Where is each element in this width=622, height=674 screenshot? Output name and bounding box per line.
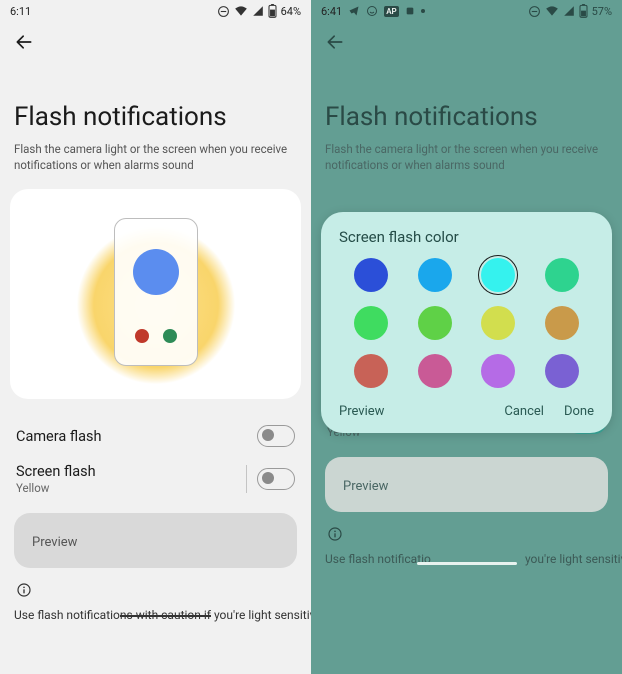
screenshot-right: 6:41 AP 57% Flash notifications Flash th… [311,0,622,674]
dialog-done-button[interactable]: Done [564,404,594,419]
color-swatch[interactable] [418,258,452,292]
info-icon [327,526,343,542]
battery-text: 64% [281,5,301,18]
camera-flash-label: Camera flash [16,428,101,445]
illustration-dot-green [163,329,177,343]
more-notifications-icon [421,9,425,13]
color-swatch[interactable] [545,306,579,340]
dialog-preview-button[interactable]: Preview [339,404,384,419]
status-icons: 64% [217,4,301,18]
dialog-title: Screen flash color [339,228,594,246]
camera-flash-row[interactable]: Camera flash [0,417,311,455]
color-swatch[interactable] [481,306,515,340]
color-swatch[interactable] [481,258,515,292]
screen-flash-label: Screen flash [16,463,96,480]
status-bar: 6:11 64% [0,0,311,22]
status-time: 6:41 [321,5,342,18]
preview-button[interactable]: Preview [14,513,297,568]
camera-flash-toggle[interactable] [257,425,295,447]
battery-text: 57% [592,5,612,18]
app-badge-icon: AP [384,6,398,17]
color-swatch[interactable] [545,258,579,292]
page-subtitle: Flash the camera light or the screen whe… [0,142,311,189]
color-picker-dialog: Screen flash color Preview Cancel Done [321,212,612,433]
battery-icon [579,4,588,18]
row-divider [246,465,247,493]
dnd-icon [217,5,230,18]
arrow-left-icon [325,32,345,52]
back-button[interactable] [323,30,347,54]
screen-flash-sub: Yellow [16,481,96,495]
battery-icon [268,4,277,18]
illustration-dot-red [135,329,149,343]
info-icon [16,582,32,598]
color-swatch[interactable] [418,306,452,340]
signal-icon [563,5,575,17]
page-title: Flash notifications [0,102,311,142]
phone-outline [114,218,198,366]
back-button[interactable] [12,30,36,54]
color-swatch-grid [339,258,594,388]
status-time: 6:11 [10,5,31,18]
screenshot-left: 6:11 64% Flash notifications Flash the c… [0,0,311,674]
color-swatch[interactable] [354,354,388,388]
color-swatch[interactable] [545,354,579,388]
status-icons: 57% [528,4,612,18]
illustration-screen-flash [133,249,179,295]
gesture-bar[interactable] [417,562,517,565]
illustration-card [10,189,301,399]
screen-flash-toggle[interactable] [257,468,295,490]
footer-warning: Use flash notifications with caution if … [0,608,311,622]
color-swatch[interactable] [481,354,515,388]
status-bar: 6:41 AP 57% [311,0,622,22]
preview-button[interactable]: Preview [325,457,608,512]
signal-icon [252,5,264,17]
wifi-icon [545,5,559,17]
page-subtitle: Flash the camera light or the screen whe… [311,142,622,189]
color-swatch[interactable] [418,354,452,388]
arrow-left-icon [14,32,34,52]
dialog-cancel-button[interactable]: Cancel [504,404,544,419]
whatsapp-icon [366,5,378,17]
page-title: Flash notifications [311,102,622,142]
color-swatch[interactable] [354,258,388,292]
telegram-icon [348,5,360,17]
dnd-icon [528,5,541,18]
color-swatch[interactable] [354,306,388,340]
screen-flash-row[interactable]: Screen flash Yellow [0,455,311,503]
wifi-icon [234,5,248,17]
notification-icon [405,6,415,16]
